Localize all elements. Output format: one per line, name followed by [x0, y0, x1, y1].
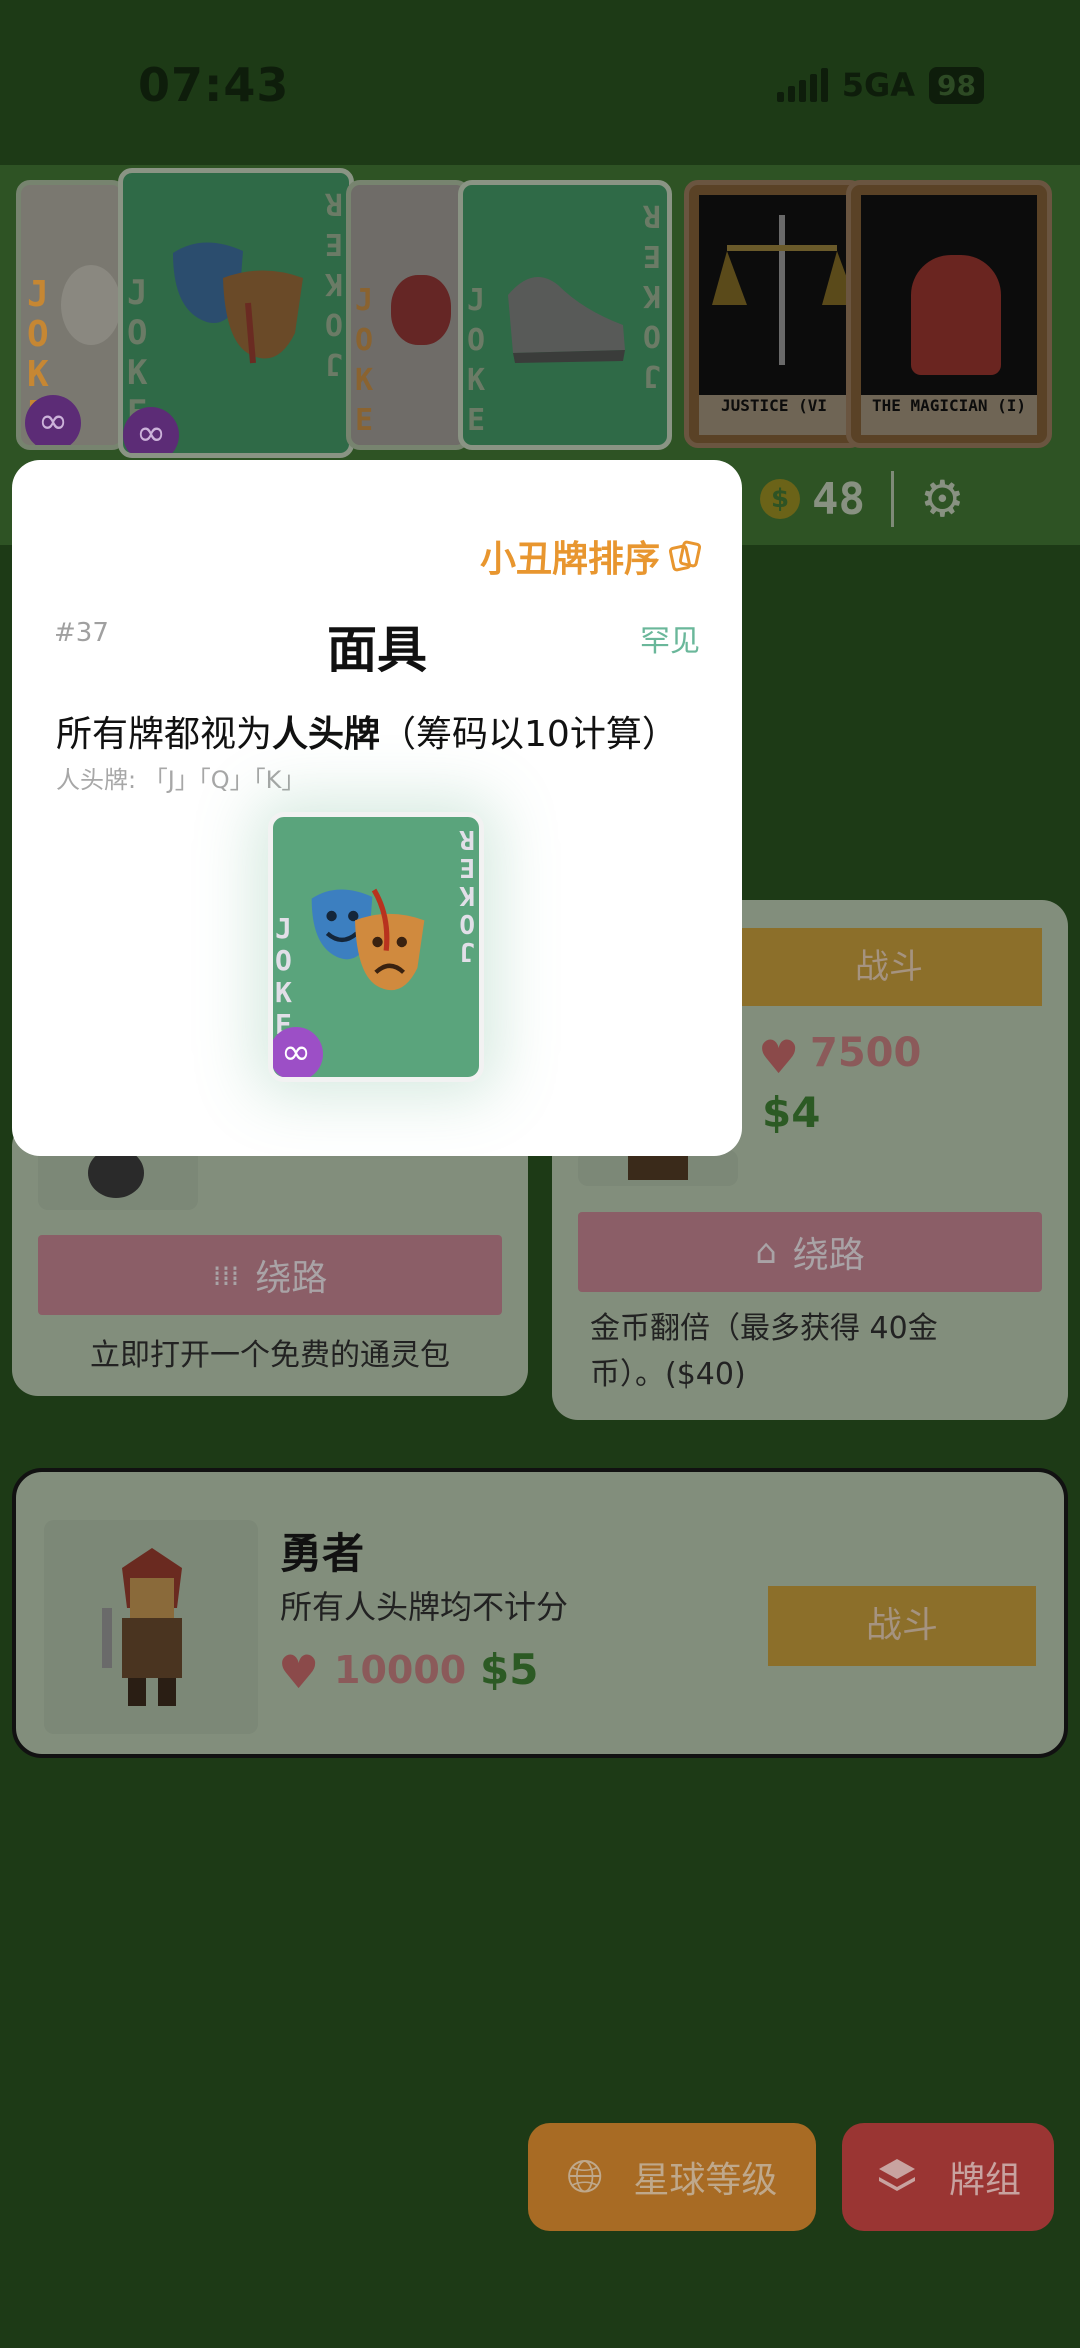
tag-icon: ⁞⁞⁞ [212, 1258, 240, 1292]
joker-card-glove[interactable]: JOKER [346, 180, 470, 450]
joker-card-shoe[interactable]: JOKER JOKER [458, 180, 672, 450]
skip-reward-right: 金币翻倍（最多获得 40金币）。($40) [590, 1311, 938, 1392]
heart-icon: ♥ [758, 1030, 800, 1084]
joker-rarity: 罕见 [640, 624, 700, 659]
money-value: 48 [812, 473, 865, 525]
mouse-icon [61, 265, 121, 345]
boss-fight-button[interactable]: 战斗 [768, 1586, 1036, 1666]
globe-icon: 🌐︎ [566, 2149, 604, 2203]
layers-icon [878, 2159, 915, 2191]
fight-button-right[interactable]: 战斗 [736, 928, 1042, 1006]
deck-button[interactable]: 牌组 [842, 2123, 1054, 2231]
battery-icon: 98 [929, 66, 984, 104]
skip-button-left[interactable]: ⁞⁞⁞ 绕路 [38, 1235, 502, 1315]
deck-label: 牌组 [948, 2160, 1021, 2201]
skip-button-right[interactable]: ⌂ 绕路 [578, 1212, 1042, 1292]
boss-hp: 10000 [334, 1648, 467, 1692]
joker-subdescription: 人头牌: 「J」「Q」「K」 [56, 766, 306, 794]
tarot-label: THE MAGICIAN (I) [861, 395, 1037, 435]
joker-mirror-label: JOKER [459, 824, 475, 966]
theater-masks-icon [173, 242, 303, 364]
blind-hp: 7500 [810, 1030, 922, 1076]
joker-card-masks[interactable]: JOKE JOKER ∞ [118, 168, 354, 458]
cards-icon [668, 540, 702, 572]
joker-label: JOKE [275, 912, 292, 1041]
bank-icon: ⌂ [755, 1232, 777, 1272]
status-time: 07:43 [138, 58, 290, 112]
heart-icon: ♥ [278, 1645, 320, 1699]
coin-icon: $ [760, 479, 800, 519]
infinity-badge-icon: ∞ [25, 395, 81, 445]
planet-level-button[interactable]: 🌐︎ 星球等级 [528, 2123, 816, 2231]
joker-title: 面具 [327, 621, 427, 679]
boss-reward-money: $5 [480, 1645, 539, 1694]
scales-icon [712, 215, 857, 365]
money-row: $ 48 ⚙ [760, 470, 965, 528]
tarot-card-justice[interactable]: JUSTICE (VI [684, 180, 864, 448]
settings-gear-icon[interactable]: ⚙ [920, 470, 965, 528]
sneaker-icon [508, 277, 625, 363]
magician-icon [911, 255, 1001, 375]
blind-reward-money: $4 [762, 1088, 821, 1137]
joker-mirror-label: JOKER [324, 186, 343, 381]
status-indicators: 5GA 98 [776, 66, 984, 104]
boss-desc: 所有人头牌均不计分 [280, 1588, 569, 1626]
network-type: 5GA [841, 66, 916, 104]
infinity-badge-icon: ∞ [123, 407, 179, 453]
tarot-label: JUSTICE (VI [699, 395, 849, 435]
joker-detail-modal: 小丑牌排序 #37 面具 罕见 所有牌都视为人头牌（筹码以10计算） 人头牌: … [12, 460, 742, 1156]
joker-label: JOKER [467, 283, 486, 445]
joker-sort-link[interactable]: 小丑牌排序 [480, 530, 702, 582]
boss-thumbnail [44, 1520, 258, 1734]
hero-sprite-icon [102, 1548, 182, 1706]
joker-mirror-label: JOKER [642, 198, 661, 393]
joker-label: JOKER [355, 283, 374, 445]
joker-card-preview: JOKE JOKER ∞ [268, 812, 484, 1082]
skip-label: 绕路 [255, 1258, 328, 1299]
planet-level-label: 星球等级 [633, 2160, 778, 2201]
infinity-badge-icon: ∞ [273, 1027, 323, 1077]
divider [890, 471, 894, 527]
boss-name: 勇者 [280, 1529, 365, 1578]
theater-masks-icon [311, 888, 425, 991]
skip-label: 绕路 [792, 1235, 865, 1276]
joker-description: 所有牌都视为人头牌（筹码以10计算） [56, 714, 678, 755]
boxing-glove-icon [391, 275, 451, 345]
joker-card-mouse[interactable]: JOKE ∞ [16, 180, 126, 450]
joker-sort-label: 小丑牌排序 [479, 539, 660, 580]
signal-icon [776, 68, 828, 102]
tarot-card-magician[interactable]: THE MAGICIAN (I) [846, 180, 1052, 448]
skip-reward-left: 立即打开一个免费的通灵包 [90, 1338, 450, 1373]
